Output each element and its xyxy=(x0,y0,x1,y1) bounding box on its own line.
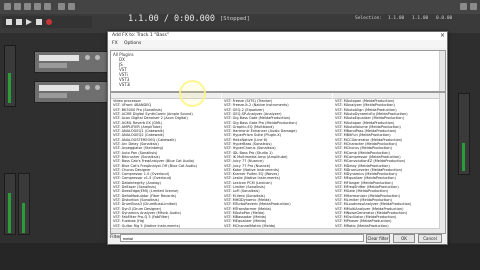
daw-top-bar: 1.1.00 / 0:00.000 [Stopped] Selection: 1… xyxy=(0,0,480,34)
transport-buttons xyxy=(2,16,92,28)
master-meter xyxy=(8,73,11,103)
dialog-bottom-bar: Filter: Clear filter OK Cancel xyxy=(110,234,444,243)
track-1[interactable] xyxy=(34,51,109,73)
fx-button[interactable] xyxy=(39,63,67,68)
new-project-icon[interactable] xyxy=(4,3,11,10)
redo-icon[interactable] xyxy=(44,3,51,10)
save-project-icon[interactable] xyxy=(24,3,31,10)
transport-status: [Stopped] xyxy=(220,16,250,22)
volume-knob[interactable] xyxy=(85,55,90,60)
go-to-start-icon[interactable] xyxy=(6,19,12,25)
pause-icon[interactable] xyxy=(36,19,42,25)
plugin-list-item[interactable]: VST: MChannelMatrix (Melda) xyxy=(224,224,330,228)
record-icon[interactable] xyxy=(46,19,52,25)
selection-length[interactable]: 0.0.00 xyxy=(436,16,452,21)
plugin-list-item[interactable]: VST: Guitar Rig 5 (Native Instruments) xyxy=(113,224,219,228)
meter-1 xyxy=(8,193,11,233)
close-icon[interactable] xyxy=(470,3,477,10)
stop-icon[interactable] xyxy=(16,19,22,25)
fx-button[interactable] xyxy=(39,93,67,98)
plugin-list[interactable]: Video processor VST: 4Front 4BANDEQ VST: B… xyxy=(110,92,446,234)
master-meter-right xyxy=(462,143,465,171)
close-icon[interactable]: × xyxy=(440,32,445,39)
add-fx-dialog: Add FX to: Track 1 "Bass" × FX Options A… xyxy=(107,31,448,245)
settings-icon[interactable] xyxy=(460,3,467,10)
open-project-icon[interactable] xyxy=(14,3,21,10)
cancel-button[interactable]: Cancel xyxy=(418,234,442,243)
tree-item-vst3i[interactable]: VST3i xyxy=(119,82,130,87)
selection-label: Selection: xyxy=(355,16,383,21)
track-name-field[interactable] xyxy=(39,55,79,61)
metronome-icon[interactable] xyxy=(58,3,65,10)
undo-icon[interactable] xyxy=(34,3,41,10)
track-name-field[interactable] xyxy=(39,85,79,91)
dialog-titlebar: Add FX to: Track 1 "Bass" × xyxy=(108,32,447,40)
time-display: 1.1.00 / 0:00.000 xyxy=(128,14,215,24)
list-horizontal-scrollbar[interactable] xyxy=(111,228,440,233)
bottom-mixer xyxy=(0,243,480,270)
meter-2 xyxy=(22,203,25,233)
dialog-title: Add FX to: Track 1 "Bass" xyxy=(112,33,169,38)
selection-end[interactable]: 1.1.00 xyxy=(412,16,428,21)
ok-button[interactable]: OK xyxy=(393,234,415,243)
plugin-category-tree[interactable]: All Plugins DX JS VST VSTi VST3 VST3i xyxy=(110,50,446,92)
clear-filter-button[interactable]: Clear filter xyxy=(366,234,390,243)
plugin-list-item[interactable]: VST: MRatio (MeldaProduction) xyxy=(335,224,441,228)
tree-scrollbar[interactable] xyxy=(439,51,445,91)
pan-knob[interactable] xyxy=(95,55,100,60)
track-control-panel xyxy=(0,33,110,270)
volume-knob[interactable] xyxy=(85,85,90,90)
cursor-highlight xyxy=(179,80,206,107)
menu-options[interactable]: Options xyxy=(124,41,141,46)
daw-toolbar xyxy=(0,0,480,14)
menu-fx[interactable]: FX xyxy=(112,41,118,46)
dialog-menubar: FX Options xyxy=(108,40,447,48)
right-mixer-panel xyxy=(446,33,480,270)
track-2[interactable] xyxy=(34,81,109,103)
filter-input[interactable] xyxy=(120,234,364,242)
selection-start[interactable]: 1.1.00 xyxy=(388,16,404,21)
pan-knob[interactable] xyxy=(95,85,100,90)
snap-icon[interactable] xyxy=(68,3,75,10)
play-icon[interactable] xyxy=(26,19,32,25)
